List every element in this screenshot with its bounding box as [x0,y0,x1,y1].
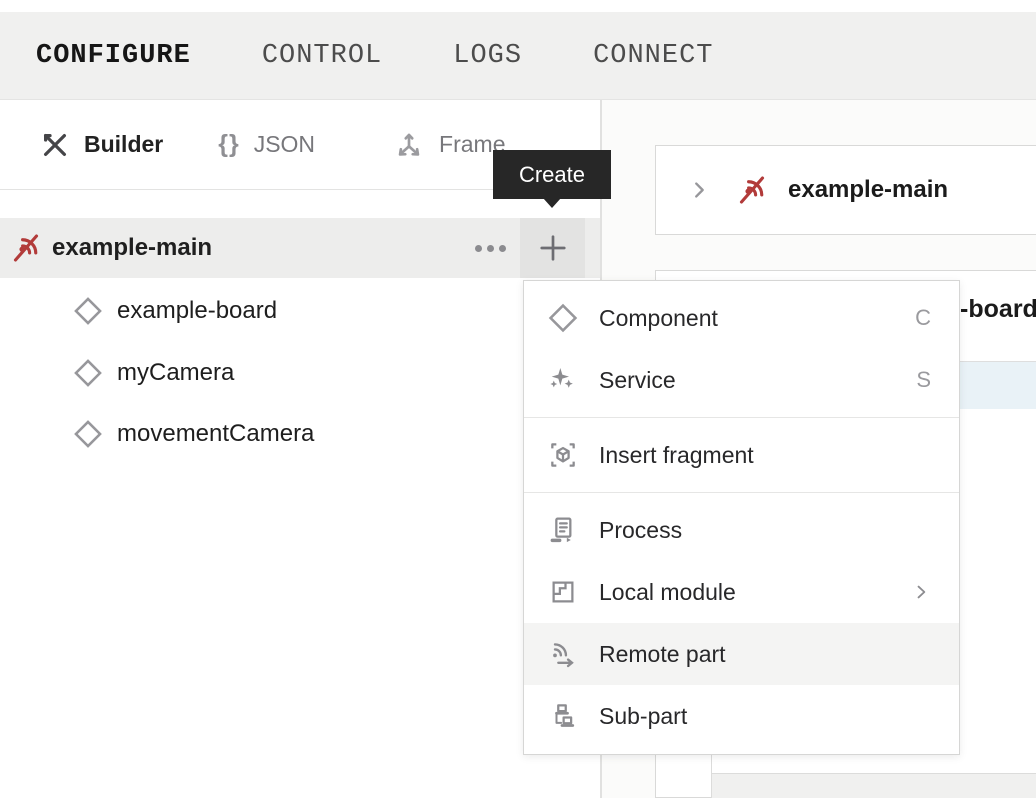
menu-item-label: Sub-part [599,703,931,730]
nav-tab-logs[interactable]: LOGS [453,41,522,71]
tree-row-movementcamera[interactable]: movementCamera [0,403,600,465]
tab-json-label: JSON [254,131,315,158]
tab-builder-label: Builder [84,131,163,158]
menu-item-sub-part[interactable]: Sub-part [524,685,959,747]
offline-icon [734,172,770,208]
nav-tab-configure[interactable]: CONFIGURE [36,41,191,71]
menu-item-label: Service [599,367,916,394]
viam-configure-page: CONFIGURE CONTROL LOGS CONNECT example-m… [0,0,1036,798]
service-sparkles-icon [546,364,580,396]
tree-child-label: example-board [117,297,277,325]
chevron-right-icon[interactable] [688,179,710,201]
tab-json[interactable]: {} JSON [218,130,315,159]
plus-icon [535,230,571,266]
axes-icon [393,129,425,161]
menu-item-service[interactable]: Service S [524,349,959,411]
machine-part-card-main[interactable]: example-main [655,145,1036,235]
submenu-chevron-icon [911,582,931,602]
attributes-area [712,774,1036,798]
remote-part-icon [546,638,580,670]
create-menu: Component C Service S [523,280,960,755]
menu-item-label: Process [599,517,931,544]
tree-child-label: myCamera [117,359,234,387]
machine-part-title: example-main [788,176,948,204]
menu-item-remote-part[interactable]: Remote part [524,623,959,685]
nav-tab-connect[interactable]: CONNECT [593,41,713,71]
tree-row-example-board[interactable]: example-board [0,280,600,342]
nav-tab-control[interactable]: CONTROL [262,41,382,71]
tree-row-example-main[interactable]: example-main [0,218,600,278]
fragment-cube-icon [546,439,580,471]
tab-frame[interactable]: Frame [393,129,505,161]
menu-item-label: Component [599,305,915,332]
tools-icon [40,130,70,160]
menu-item-component[interactable]: Component C [524,287,959,349]
sub-part-icon [546,701,580,731]
component-diamond-icon [72,418,104,450]
tree-root-label: example-main [52,234,212,262]
component-diamond-icon [72,357,104,389]
ellipsis-icon [475,245,506,252]
tab-builder[interactable]: Builder [40,130,163,160]
create-button[interactable] [520,218,585,278]
menu-item-label: Local module [599,579,911,606]
process-icon [546,514,580,546]
component-diamond-icon [546,301,580,335]
menu-item-label: Remote part [599,641,931,668]
window-top-strip [0,0,1036,12]
menu-item-local-module[interactable]: Local module [524,561,959,623]
braces-icon: {} [218,130,239,159]
menu-divider [524,492,959,493]
shortcut-key: C [915,305,931,331]
offline-icon [8,230,44,266]
more-options-button[interactable] [462,218,518,278]
shortcut-key: S [916,367,931,393]
menu-item-insert-fragment[interactable]: Insert fragment [524,424,959,486]
create-tooltip: Create [493,150,611,199]
tree-child-label: movementCamera [117,420,314,448]
menu-divider [524,417,959,418]
main-nav: CONFIGURE CONTROL LOGS CONNECT [0,12,1036,100]
menu-item-process[interactable]: Process [524,499,959,561]
local-module-icon [546,577,580,607]
builder-sidebar: Builder {} JSON Frame [0,100,600,798]
component-diamond-icon [72,295,104,327]
menu-item-label: Insert fragment [599,442,931,469]
tree-row-mycamera[interactable]: myCamera [0,342,600,404]
create-tooltip-label: Create [519,162,585,188]
